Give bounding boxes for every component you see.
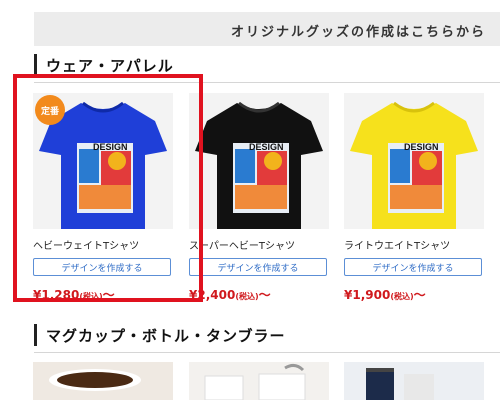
print-design-text: DESIGN [249, 142, 284, 152]
mug-coffee-thumbnail[interactable] [33, 362, 173, 400]
white-mug-image [189, 362, 329, 400]
section-title-apparel: ウェア・アパレル [46, 56, 174, 75]
section-bar [34, 324, 37, 346]
price-tax-note: (税込) [235, 292, 259, 301]
product-name[interactable]: スーパーヘビーTシャツ [189, 237, 329, 252]
highlight-frame [13, 74, 203, 302]
price-tax-note: (税込) [390, 292, 414, 301]
banner-text: オリジナルグッズの作成はこちらから [230, 25, 486, 40]
product-image[interactable]: DESIGN [189, 93, 329, 229]
section-heading-mugs: マグカップ・ボトル・タンブラー [34, 324, 286, 346]
print-design-text: DESIGN [404, 142, 439, 152]
create-design-button[interactable]: デザインを作成する [344, 258, 482, 276]
mug-white-thumbnail[interactable] [189, 362, 329, 400]
section-heading-apparel: ウェア・アパレル [34, 54, 174, 76]
price-suffix: 〜 [258, 288, 271, 302]
tumbler-bottle-image [344, 362, 484, 400]
tshirt-black-image: DESIGN [195, 101, 323, 229]
section-bar [34, 54, 37, 76]
product-price: ¥2,400(税込)〜 [189, 286, 329, 303]
product-name[interactable]: ライトウエイトTシャツ [344, 237, 484, 252]
header-banner: オリジナルグッズの作成はこちらから [34, 12, 500, 46]
product-image[interactable]: DESIGN [344, 93, 484, 229]
section-title-mugs: マグカップ・ボトル・タンブラー [46, 326, 286, 345]
product-price: ¥1,900(税込)〜 [344, 286, 484, 303]
bottle-thumbnail[interactable] [344, 362, 484, 400]
product-card-super-heavy[interactable]: DESIGN スーパーヘビーTシャツ デザインを作成する ¥2,400(税込)〜 [189, 93, 329, 303]
create-design-button[interactable]: デザインを作成する [189, 258, 327, 276]
coffee-cup-image [33, 362, 173, 400]
tshirt-yellow-image: DESIGN [350, 101, 478, 229]
section-divider [34, 352, 500, 353]
product-card-lightweight[interactable]: DESIGN ライトウエイトTシャツ デザインを作成する ¥1,900(税込)〜 [344, 93, 484, 303]
price-amount: ¥1,900 [344, 288, 391, 302]
price-suffix: 〜 [413, 288, 426, 302]
